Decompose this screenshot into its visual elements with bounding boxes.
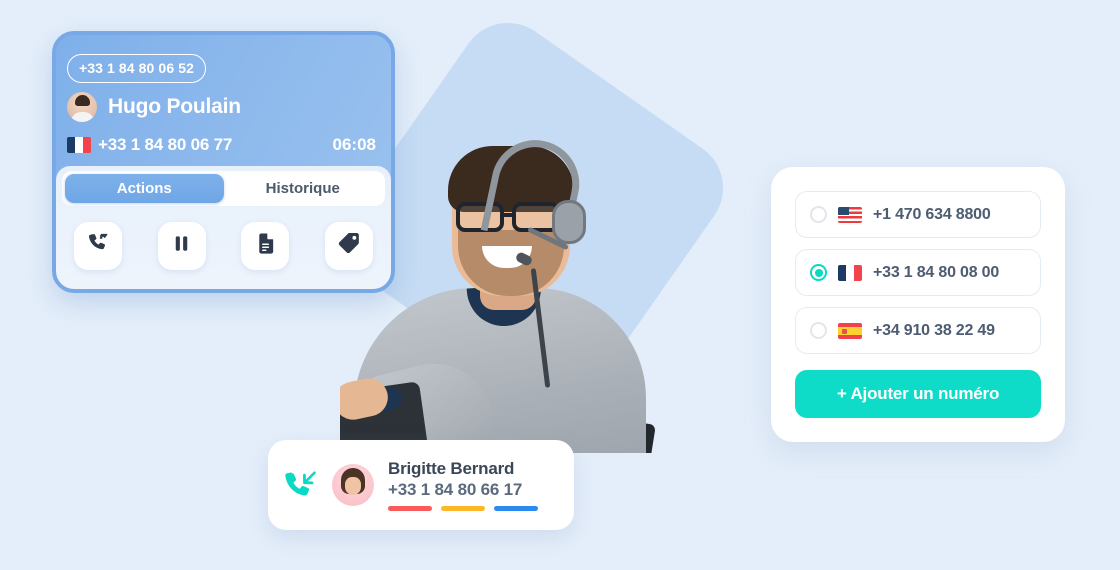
status-bar-amber — [441, 506, 485, 511]
phone-numbers-panel: +1 470 634 8800 +33 1 84 80 08 00 +34 91… — [771, 167, 1065, 442]
document-icon — [254, 232, 277, 260]
flag-usa-icon — [838, 206, 862, 223]
tab-historique[interactable]: Historique — [224, 174, 383, 203]
status-bar-blue — [494, 506, 538, 511]
contact-details: Brigitte Bernard +33 1 84 80 66 17 — [388, 459, 538, 511]
flag-france-icon — [67, 137, 91, 153]
call-transfer-icon — [87, 232, 110, 260]
incoming-call-icon — [284, 468, 318, 502]
call-card-tabs: Actions Historique — [62, 171, 385, 206]
avatar-brigitte — [332, 464, 374, 506]
transfer-call-button[interactable] — [74, 222, 122, 270]
radio-usa[interactable] — [810, 206, 827, 223]
contact-name: Brigitte Bernard — [388, 459, 515, 478]
caller-avatar — [67, 92, 97, 122]
tag-icon — [337, 232, 360, 260]
tab-actions[interactable]: Actions — [65, 174, 224, 203]
tag-call-button[interactable] — [324, 222, 373, 270]
call-card-body: Actions Historique — [56, 166, 391, 289]
pause-call-button[interactable] — [157, 222, 206, 270]
number-label-france: +33 1 84 80 08 00 — [873, 263, 1000, 281]
caller-identity: Hugo Poulain — [67, 92, 241, 122]
incoming-contact-card: Brigitte Bernard +33 1 84 80 66 17 — [268, 440, 574, 530]
number-row-spain[interactable]: +34 910 38 22 49 — [795, 307, 1041, 354]
radio-spain[interactable] — [810, 322, 827, 339]
number-row-france[interactable]: +33 1 84 80 08 00 — [795, 249, 1041, 296]
notes-button[interactable] — [241, 222, 290, 270]
call-action-buttons — [74, 222, 373, 270]
status-bars — [388, 506, 538, 511]
flag-spain-icon — [838, 322, 862, 339]
caller-number-line: +33 1 84 80 06 77 — [67, 135, 232, 155]
radio-france[interactable] — [810, 264, 827, 281]
call-duration-timer: 06:08 — [332, 135, 376, 154]
number-label-spain: +34 910 38 22 49 — [873, 321, 995, 339]
headset-earcup — [552, 200, 586, 244]
call-line-badge: +33 1 84 80 06 52 — [67, 54, 206, 83]
status-bar-red — [388, 506, 432, 511]
contact-number: +33 1 84 80 66 17 — [388, 480, 523, 499]
caller-phone-number: +33 1 84 80 06 77 — [98, 135, 233, 154]
caller-name: Hugo Poulain — [108, 95, 241, 118]
number-row-usa[interactable]: +1 470 634 8800 — [795, 191, 1041, 238]
pause-icon — [170, 232, 193, 260]
active-call-card: +33 1 84 80 06 52 Hugo Poulain +33 1 84 … — [52, 31, 395, 293]
number-label-usa: +1 470 634 8800 — [873, 205, 991, 223]
flag-france-icon — [838, 264, 862, 281]
add-number-button[interactable]: + Ajouter un numéro — [795, 370, 1041, 418]
